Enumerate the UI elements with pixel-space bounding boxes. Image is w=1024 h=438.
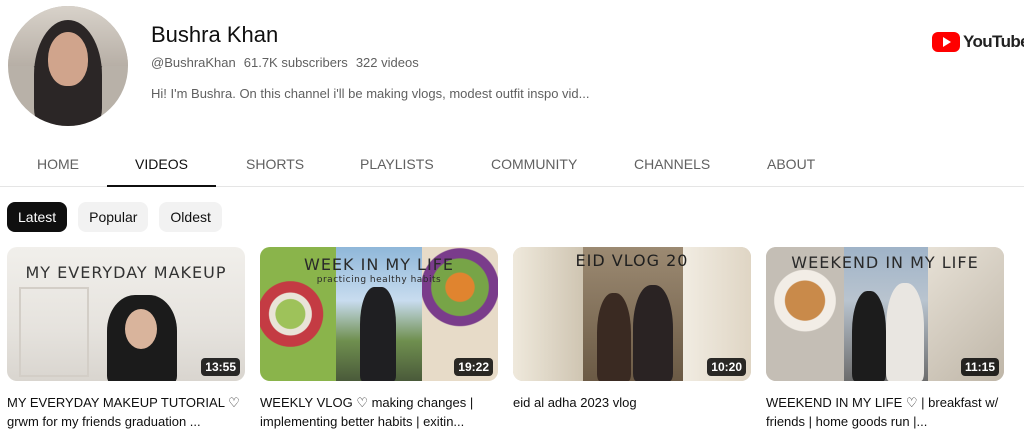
tab-home[interactable]: HOME bbox=[37, 140, 79, 187]
thumbnail-shelf bbox=[19, 287, 89, 377]
video-duration: 13:55 bbox=[201, 358, 240, 376]
channel-header: Bushra Khan @BushraKhan 61.7K subscriber… bbox=[0, 0, 1024, 140]
avatar-figure bbox=[34, 20, 102, 126]
tab-playlists[interactable]: PLAYLISTS bbox=[360, 140, 434, 187]
video-thumbnail[interactable]: WEEK IN MY LIFE practicing healthy habit… bbox=[260, 247, 498, 381]
tab-shorts[interactable]: SHORTS bbox=[246, 140, 304, 187]
video-count: 322 videos bbox=[355, 55, 419, 70]
chip-oldest[interactable]: Oldest bbox=[159, 202, 222, 232]
youtube-logo[interactable]: YouTube bbox=[932, 32, 1024, 52]
tab-about[interactable]: ABOUT bbox=[767, 140, 815, 187]
thumbnail-text: MY EVERYDAY MAKEUP bbox=[25, 263, 227, 282]
video-card[interactable]: WEEK IN MY LIFE practicing healthy habit… bbox=[260, 247, 498, 438]
subscriber-count: 61.7K subscribers bbox=[243, 55, 348, 70]
tab-videos[interactable]: VIDEOS bbox=[107, 140, 216, 187]
video-thumbnail[interactable]: EID VLOG 20 10:20 bbox=[513, 247, 751, 381]
video-card[interactable]: WEEKEND IN MY LIFE 11:15 WEEKEND IN MY L… bbox=[766, 247, 1004, 438]
channel-handle: @BushraKhan bbox=[151, 55, 236, 70]
video-title[interactable]: WEEKLY VLOG ♡ making changes | implement… bbox=[260, 393, 498, 431]
thumbnail-person bbox=[597, 293, 631, 381]
channel-meta: @BushraKhan 61.7K subscribers 322 videos bbox=[151, 55, 419, 70]
thumbnail-face bbox=[125, 309, 157, 349]
youtube-play-icon bbox=[932, 32, 960, 52]
chip-latest[interactable]: Latest bbox=[7, 202, 68, 232]
tab-community[interactable]: COMMUNITY bbox=[491, 140, 577, 187]
thumbnail-person bbox=[633, 285, 673, 381]
thumbnail-subtext: practicing healthy habits bbox=[316, 275, 442, 285]
video-card[interactable]: EID VLOG 20 10:20 eid al adha 2023 vlog bbox=[513, 247, 751, 438]
thumbnail-text: WEEKEND IN MY LIFE bbox=[791, 253, 979, 272]
sort-chips: Latest Popular Oldest bbox=[7, 202, 222, 232]
chip-popular[interactable]: Popular bbox=[78, 202, 149, 232]
channel-avatar[interactable] bbox=[8, 6, 128, 126]
channel-description[interactable]: Hi! I'm Bushra. On this channel i'll be … bbox=[151, 86, 590, 101]
video-card[interactable]: MY EVERYDAY MAKEUP 13:55 MY EVERYDAY MAK… bbox=[7, 247, 245, 438]
video-title[interactable]: MY EVERYDAY MAKEUP TUTORIAL ♡ grwm for m… bbox=[7, 393, 245, 431]
video-thumbnail[interactable]: MY EVERYDAY MAKEUP 13:55 bbox=[7, 247, 245, 381]
thumbnail-person bbox=[360, 287, 396, 381]
video-thumbnail[interactable]: WEEKEND IN MY LIFE 11:15 bbox=[766, 247, 1004, 381]
video-duration: 11:15 bbox=[960, 358, 999, 376]
thumbnail-person bbox=[886, 283, 924, 381]
channel-tabs: HOME VIDEOS SHORTS PLAYLISTS COMMUNITY C… bbox=[0, 140, 1024, 187]
tab-channels[interactable]: CHANNELS bbox=[634, 140, 710, 187]
thumbnail-text: EID VLOG 20 bbox=[575, 251, 689, 270]
video-duration: 10:20 bbox=[707, 358, 746, 376]
channel-name: Bushra Khan bbox=[151, 22, 279, 47]
video-title[interactable]: eid al adha 2023 vlog bbox=[513, 393, 751, 412]
thumbnail-person bbox=[852, 291, 886, 381]
video-duration: 19:22 bbox=[454, 358, 493, 376]
video-title[interactable]: WEEKEND IN MY LIFE ♡ | breakfast w/ frie… bbox=[766, 393, 1004, 431]
youtube-wordmark: YouTube bbox=[963, 32, 1024, 51]
thumbnail-text: WEEK IN MY LIFE bbox=[304, 255, 454, 274]
video-grid: MY EVERYDAY MAKEUP 13:55 MY EVERYDAY MAK… bbox=[7, 247, 1017, 438]
